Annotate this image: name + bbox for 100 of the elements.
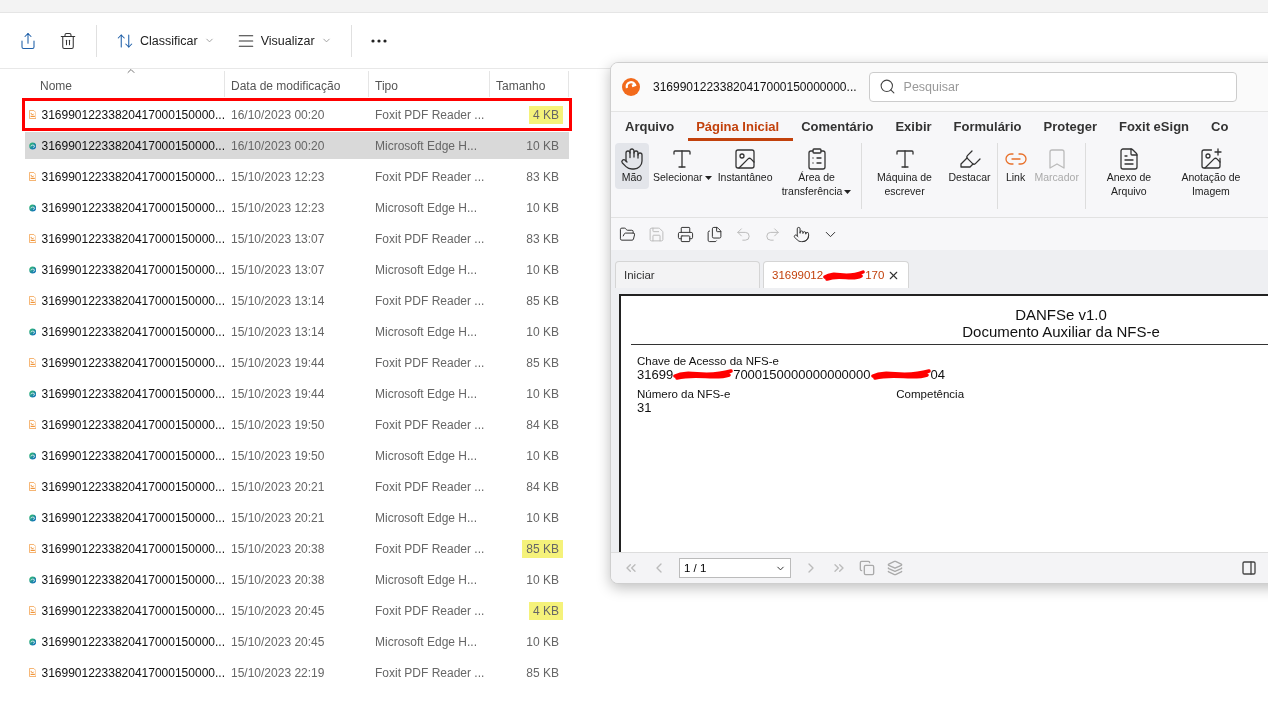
column-header[interactable]: Tipo (369, 71, 490, 97)
field-label: Chave de Acesso da NFS-e (636, 354, 780, 367)
modified-date: 15/10/2023 13:07 (231, 231, 325, 246)
file-row[interactable]: 31699012233820417000150000... 15/10/2023 13:14 Foxit PDF Reader ... 85 KB (25, 287, 569, 314)
menu-tab[interactable]: Página Inicial (688, 116, 794, 141)
file-size: 10 KB (525, 633, 560, 651)
file-row[interactable]: 31699012233820417000150000... 16/10/2023 00:20 Foxit PDF Reader ... 4 KB (25, 101, 569, 128)
modified-date: 15/10/2023 13:07 (231, 262, 325, 277)
file-row[interactable]: 31699012233820417000150000... 15/10/2023 19:50 Foxit PDF Reader ... 84 KB (25, 411, 569, 438)
ribbon-button[interactable]: Máquina de escrever (860, 143, 945, 209)
modified-date: 15/10/2023 13:14 (231, 293, 325, 308)
file-type: Foxit PDF Reader ... (375, 107, 485, 122)
file-type: Foxit PDF Reader ... (375, 603, 485, 618)
file-type: Microsoft Edge H... (375, 386, 478, 401)
file-type: Foxit PDF Reader ... (375, 231, 485, 246)
modified-date: 15/10/2023 20:21 (231, 510, 325, 525)
modified-date: 16/10/2023 00:20 (231, 138, 325, 153)
ribbon-button[interactable]: Mão (615, 143, 649, 189)
file-row[interactable]: 31699012233820417000150000... 15/10/2023 20:38 Foxit PDF Reader ... 85 KB (25, 535, 569, 562)
file-size: 83 KB (525, 230, 560, 248)
column-header[interactable]: Data de modificação (225, 71, 369, 97)
modified-date: 15/10/2023 22:19 (231, 665, 325, 680)
ribbon-button[interactable]: Anotação de Imagem (1170, 143, 1251, 203)
file-name: 31699012233820417000150000... (41, 386, 225, 401)
file-row[interactable]: 31699012233820417000150000... 15/10/2023 20:21 Microsoft Edge H... 10 KB (25, 504, 569, 531)
file-name: 31699012233820417000150000... (41, 541, 225, 556)
access-key-text: 04 (930, 366, 945, 382)
file-row[interactable]: 31699012233820417000150000... 15/10/2023 19:44 Microsoft Edge H... 10 KB (25, 380, 569, 407)
file-size: 10 KB (525, 323, 560, 341)
file-type: Microsoft Edge H... (375, 448, 478, 463)
ribbon-button[interactable]: Link (996, 143, 1031, 209)
page-selector[interactable]: 1 / 1 (679, 558, 791, 578)
modified-date: 15/10/2023 20:21 (231, 479, 325, 494)
menu-tab[interactable]: Formulário (945, 116, 1036, 141)
file-size: 10 KB (525, 509, 560, 527)
document-tab[interactable]: 31699012 170 (763, 261, 909, 288)
file-row[interactable]: 31699012233820417000150000... 15/10/2023 19:44 Foxit PDF Reader ... 85 KB (25, 349, 569, 376)
file-type: Foxit PDF Reader ... (375, 665, 485, 680)
file-name: 31699012233820417000150000... (41, 138, 225, 153)
window-title: 31699012233820417000150000000... (653, 80, 857, 94)
file-row[interactable]: 31699012233820417000150000... 15/10/2023 12:23 Microsoft Edge H... 10 KB (25, 194, 569, 221)
file-size: 84 KB (525, 478, 560, 496)
access-key-text: 7000150000000000000 (733, 366, 871, 382)
menu-tab[interactable]: Comentário (793, 116, 888, 141)
modified-date: 15/10/2023 20:38 (231, 572, 325, 587)
file-name: 31699012233820417000150000... (41, 324, 225, 339)
file-name: 31699012233820417000150000... (41, 355, 225, 370)
ribbon-button[interactable]: Destacar (946, 143, 993, 189)
field-label: Número da NFS-e (636, 387, 731, 400)
file-type: Foxit PDF Reader ... (375, 355, 485, 370)
file-type: Foxit PDF Reader ... (375, 541, 485, 556)
file-size: 4 KB (529, 105, 563, 124)
ribbon-button[interactable]: Área de transferência (776, 143, 857, 203)
ribbon-button[interactable]: Selecionar (651, 143, 714, 189)
file-row[interactable]: 31699012233820417000150000... 15/10/2023 12:23 Foxit PDF Reader ... 83 KB (25, 163, 569, 190)
file-name: 31699012233820417000150000... (41, 417, 225, 432)
file-size: 85 KB (525, 354, 560, 372)
file-row[interactable]: 31699012233820417000150000... 15/10/2023 13:07 Microsoft Edge H... 10 KB (25, 256, 569, 283)
modified-date: 15/10/2023 19:44 (231, 355, 325, 370)
document-tab[interactable]: Iniciar (615, 261, 760, 288)
file-row[interactable]: 31699012233820417000150000... 15/10/2023 13:07 Foxit PDF Reader ... 83 KB (25, 225, 569, 252)
view-button[interactable]: Visualizar (227, 25, 341, 56)
menu-tab[interactable]: Co (1203, 116, 1243, 141)
search-field[interactable]: Pesquisar (868, 72, 1237, 102)
file-size: 10 KB (525, 447, 560, 465)
file-name: 31699012233820417000150000... (41, 169, 225, 184)
file-type: Foxit PDF Reader ... (375, 479, 485, 494)
menu-tab[interactable]: Exibir (887, 116, 946, 141)
file-row[interactable]: 31699012233820417000150000... 15/10/2023 20:21 Foxit PDF Reader ... 84 KB (25, 473, 569, 500)
file-row[interactable]: 31699012233820417000150000... 15/10/2023 13:14 Microsoft Edge H... 10 KB (25, 318, 569, 345)
file-row[interactable]: 31699012233820417000150000... 15/10/2023 20:38 Microsoft Edge H... 10 KB (25, 566, 569, 593)
sort-button[interactable]: Classificar (107, 25, 224, 56)
column-header[interactable]: Nome (25, 71, 225, 97)
column-header[interactable]: Tamanho (490, 71, 569, 97)
file-type: Microsoft Edge H... (375, 324, 478, 339)
file-name: 31699012233820417000150000... (41, 107, 225, 122)
file-row[interactable]: 31699012233820417000150000... 15/10/2023 20:45 Foxit PDF Reader ... 4 KB (25, 597, 569, 624)
ribbon-button[interactable]: Anexo de Arquivo (1084, 143, 1169, 209)
file-type: Microsoft Edge H... (375, 200, 478, 215)
file-size: 84 KB (525, 416, 560, 434)
file-type: Foxit PDF Reader ... (375, 169, 485, 184)
file-name: 31699012233820417000150000... (41, 262, 225, 277)
menu-tab[interactable]: Foxit eSign (1110, 116, 1203, 141)
field-label: Competência (895, 387, 965, 400)
menu-tab[interactable]: Proteger (1035, 116, 1111, 141)
file-row[interactable]: 31699012233820417000150000... 16/10/2023 00:20 Microsoft Edge H... 10 KB (25, 132, 569, 159)
file-name: 31699012233820417000150000... (41, 479, 225, 494)
file-size: 10 KB (525, 137, 560, 155)
file-type: Microsoft Edge H... (375, 572, 478, 587)
menu-tab[interactable]: Arquivo (617, 116, 689, 141)
file-row[interactable]: 31699012233820417000150000... 15/10/2023 22:19 Foxit PDF Reader ... 85 KB (25, 659, 569, 686)
file-type: Microsoft Edge H... (375, 138, 478, 153)
file-size: 83 KB (525, 168, 560, 186)
file-row[interactable]: 31699012233820417000150000... 15/10/2023 19:50 Microsoft Edge H... 10 KB (25, 442, 569, 469)
file-size: 10 KB (525, 571, 560, 589)
file-type: Foxit PDF Reader ... (375, 417, 485, 432)
ribbon-button[interactable]: Instantâneo (715, 143, 775, 189)
file-row[interactable]: 31699012233820417000150000... 15/10/2023 20:45 Microsoft Edge H... 10 KB (25, 628, 569, 655)
modified-date: 15/10/2023 13:14 (231, 324, 325, 339)
file-name: 31699012233820417000150000... (41, 510, 225, 525)
